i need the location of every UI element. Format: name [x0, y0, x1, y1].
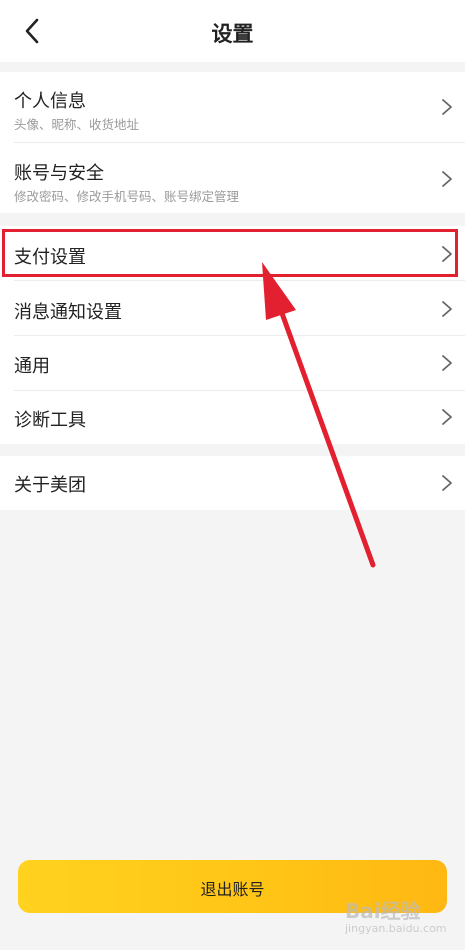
row-label: 消息通知设置: [14, 302, 122, 323]
baidu-watermark: Bai经验 jingyan.baidu.com: [345, 895, 447, 935]
row-label: 关于美团: [14, 475, 86, 496]
settings-group-account: 个人信息 头像、昵称、收货地址 账号与安全 修改密码、修改手机号码、账号绑定管理: [0, 72, 465, 213]
chevron-right-icon: [442, 301, 452, 317]
page-title: 设置: [211, 22, 254, 46]
chevron-right-icon: [442, 355, 452, 371]
row-diagnostic-tools[interactable]: 诊断工具: [0, 391, 465, 445]
row-account-security[interactable]: 账号与安全 修改密码、修改手机号码、账号绑定管理: [0, 143, 465, 213]
row-sub-label: 修改密码、修改手机号码、账号绑定管理: [14, 189, 240, 204]
row-personal-info[interactable]: 个人信息 头像、昵称、收货地址: [0, 72, 465, 142]
row-label: 通用: [14, 356, 50, 377]
row-general[interactable]: 通用: [0, 336, 465, 390]
chevron-right-icon: [442, 171, 452, 187]
row-about[interactable]: 关于美团: [0, 456, 465, 510]
settings-group-about: 关于美团: [0, 456, 465, 510]
chevron-right-icon: [442, 475, 452, 491]
top-bar: 设置: [0, 0, 465, 62]
row-notification-settings[interactable]: 消息通知设置: [0, 281, 465, 335]
row-label: 个人信息: [14, 91, 86, 112]
chevron-right-icon: [442, 99, 452, 115]
chevron-right-icon: [442, 409, 452, 425]
watermark-brand: Bai经验: [345, 899, 421, 923]
watermark-url: jingyan.baidu.com: [345, 922, 447, 935]
highlight-box: [2, 229, 458, 277]
row-label: 账号与安全: [14, 163, 104, 184]
row-label: 诊断工具: [14, 410, 86, 431]
row-sub-label: 头像、昵称、收货地址: [14, 117, 140, 132]
